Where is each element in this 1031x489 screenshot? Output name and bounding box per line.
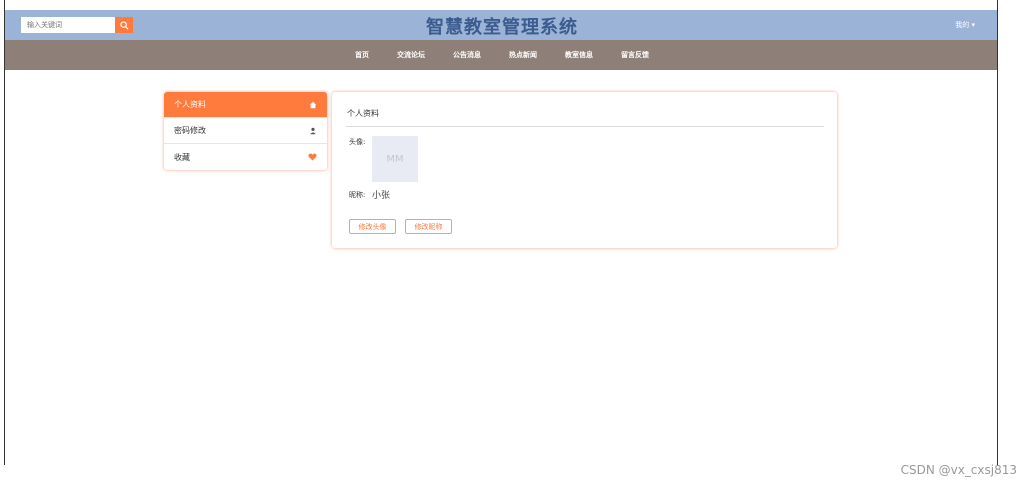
site-title: 智慧教室管理系统 [426, 17, 578, 38]
profile-panel: 个人资料 头像: MM 昵称: 小张 修改头像 修改昵称 [332, 92, 837, 248]
sidebar-item-label: 收藏 [174, 152, 190, 162]
sidebar-item-label: 个人资料 [174, 100, 206, 109]
sidebar-item-password[interactable]: 密码修改 [164, 118, 327, 144]
top-header: 智慧教室管理系统 我的 ▾ [5, 10, 997, 40]
sidebar-item-label: 密码修改 [174, 126, 206, 135]
nickname-label: 昵称: [349, 191, 366, 199]
user-icon [310, 127, 316, 134]
heart-icon [308, 153, 317, 161]
sidebar-item-profile[interactable]: 个人资料 [164, 92, 327, 118]
change-nickname-button[interactable]: 修改昵称 [405, 219, 452, 234]
user-menu[interactable]: 我的 ▾ [955, 20, 975, 30]
home-icon [309, 101, 317, 108]
nav-item-news[interactable]: 热点新闻 [495, 50, 551, 60]
avatar-label: 头像: [349, 138, 366, 146]
change-avatar-button[interactable]: 修改头像 [349, 219, 396, 234]
nav-item-classrooms[interactable]: 教室信息 [551, 50, 607, 60]
watermark: CSDN @vx_cxsj813 [900, 463, 1017, 477]
browser-frame: 智慧教室管理系统 我的 ▾ 首页 交流论坛 公告消息 热点新闻 教室信息 留言反… [4, 0, 998, 465]
nickname-value: 小张 [372, 191, 391, 201]
avatar: MM [372, 136, 418, 182]
main-nav: 首页 交流论坛 公告消息 热点新闻 教室信息 留言反馈 [5, 40, 997, 70]
nav-item-announcements[interactable]: 公告消息 [439, 50, 495, 60]
nav-item-forum[interactable]: 交流论坛 [383, 50, 439, 60]
nav-item-home[interactable]: 首页 [341, 50, 383, 60]
sidebar-item-favorites[interactable]: 收藏 [164, 144, 327, 170]
divider [346, 126, 824, 127]
sidebar: 个人资料 密码修改 收藏 [164, 92, 327, 170]
panel-title: 个人资料 [347, 109, 379, 118]
nav-item-feedback[interactable]: 留言反馈 [607, 50, 663, 60]
